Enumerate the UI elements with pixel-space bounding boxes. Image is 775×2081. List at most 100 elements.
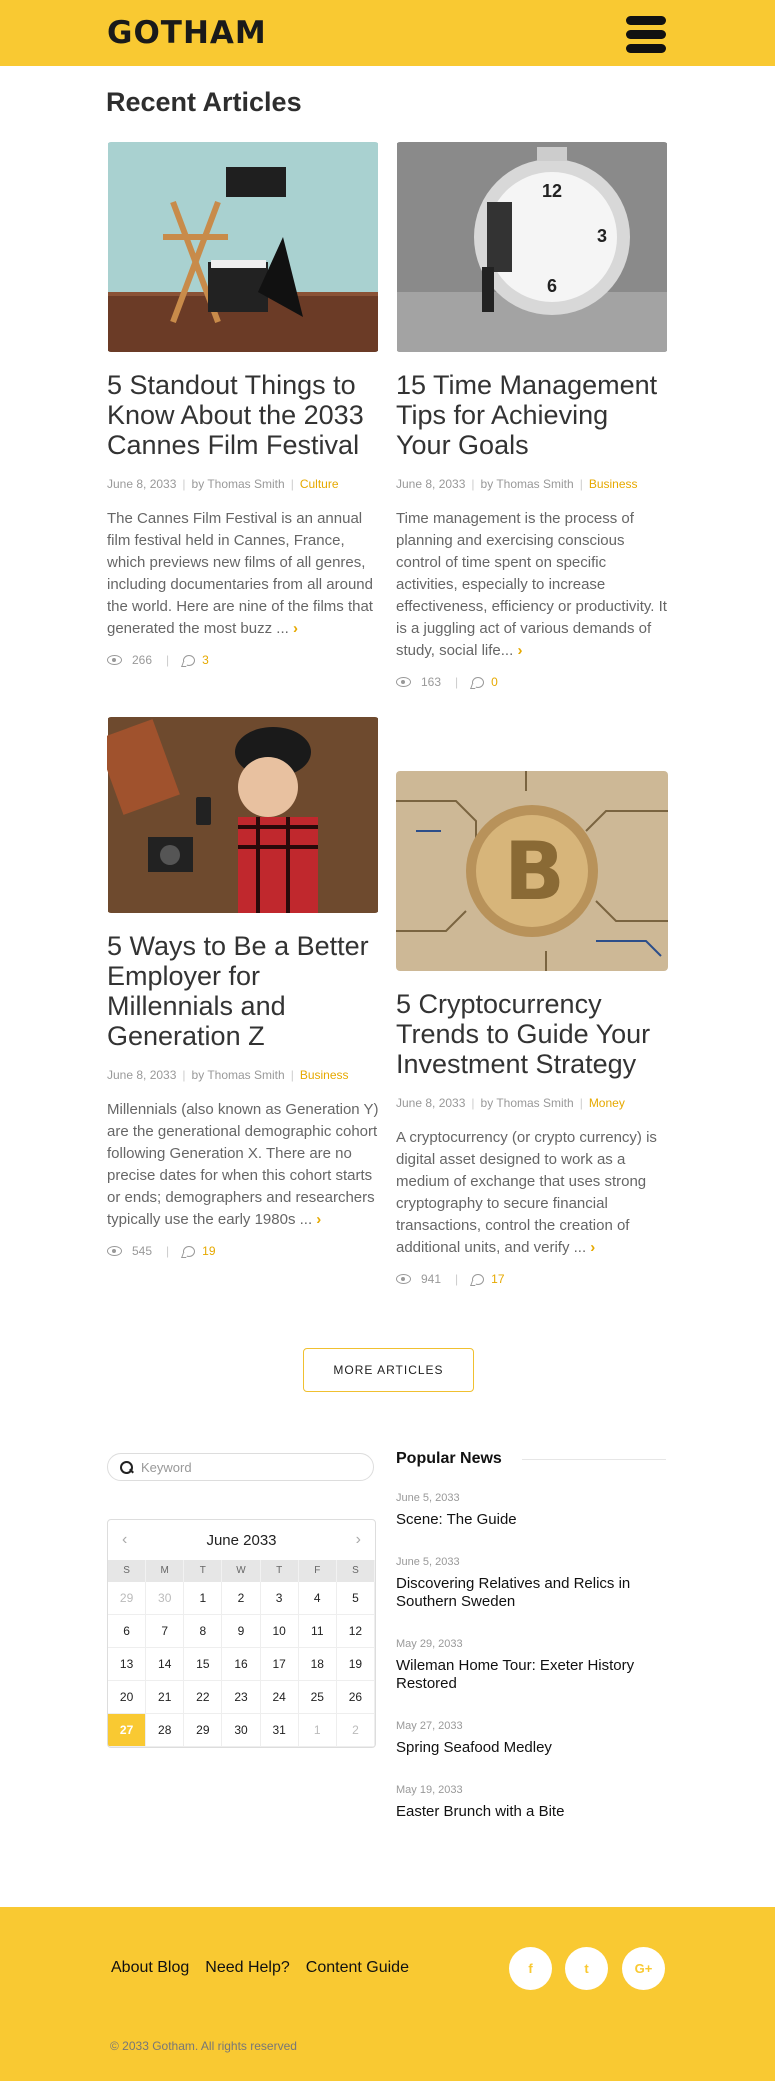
article-category[interactable]: Money bbox=[589, 1096, 625, 1110]
calendar-day[interactable]: 4 bbox=[298, 1582, 337, 1615]
news-item[interactable]: June 5, 2033 Discovering Relatives and R… bbox=[396, 1555, 666, 1611]
calendar-day[interactable]: 29 bbox=[184, 1714, 223, 1747]
calendar-day-selected[interactable]: 27 bbox=[108, 1714, 147, 1747]
news-headline[interactable]: Easter Brunch with a Bite bbox=[396, 1803, 666, 1821]
news-item[interactable]: May 29, 2033 Wileman Home Tour: Exeter H… bbox=[396, 1637, 666, 1693]
weekday-label: W bbox=[222, 1560, 261, 1582]
calendar-day[interactable]: 25 bbox=[298, 1681, 337, 1714]
site-logo[interactable]: GOTHAM bbox=[107, 14, 267, 52]
calendar-widget: ‹ June 2033 › SMTWTFS 29 30 1 2 3 4 5 6 7 8 9 10 11 1… bbox=[107, 1519, 376, 1748]
comment-count[interactable]: 17 bbox=[491, 1271, 504, 1287]
search-box bbox=[107, 1453, 374, 1481]
search-input[interactable] bbox=[141, 1459, 341, 1475]
calendar-day[interactable]: 8 bbox=[184, 1615, 223, 1648]
calendar-day[interactable]: 9 bbox=[222, 1615, 261, 1648]
article-category[interactable]: Business bbox=[589, 477, 638, 491]
calendar-day[interactable]: 10 bbox=[260, 1615, 299, 1648]
article-category[interactable]: Business bbox=[300, 1068, 349, 1082]
calendar-day[interactable]: 7 bbox=[146, 1615, 185, 1648]
calendar-day[interactable]: 12 bbox=[336, 1615, 375, 1648]
calendar-day[interactable]: 20 bbox=[108, 1681, 147, 1714]
news-headline[interactable]: Discovering Relatives and Relics in Sout… bbox=[396, 1575, 666, 1611]
comment-count[interactable]: 0 bbox=[491, 674, 498, 690]
calendar-day[interactable]: 28 bbox=[146, 1714, 185, 1747]
calendar-day[interactable]: 19 bbox=[336, 1648, 375, 1681]
calendar-day[interactable]: 21 bbox=[146, 1681, 185, 1714]
footer-link-help[interactable]: Need Help? bbox=[205, 1958, 290, 1978]
eye-icon bbox=[396, 677, 411, 687]
twitter-icon[interactable]: t bbox=[565, 1947, 608, 1990]
article-image[interactable]: 12 3 6 bbox=[396, 142, 668, 352]
article-title[interactable]: 5 Standout Things to Know About the 2033… bbox=[107, 370, 379, 460]
news-item[interactable]: May 19, 2033 Easter Brunch with a Bite bbox=[396, 1783, 666, 1821]
article-image[interactable] bbox=[107, 717, 379, 913]
calendar-day[interactable]: 14 bbox=[146, 1648, 185, 1681]
article-stats: 941 | 17 bbox=[396, 1271, 668, 1287]
calendar-day[interactable]: 24 bbox=[260, 1681, 299, 1714]
eye-icon bbox=[107, 655, 122, 665]
news-item[interactable]: June 5, 2033 Scene: The Guide bbox=[396, 1491, 666, 1529]
site-header: GOTHAM bbox=[0, 0, 775, 66]
chevron-right-icon[interactable]: › bbox=[356, 1531, 361, 1549]
read-more-icon[interactable]: › bbox=[293, 620, 298, 637]
calendar-day[interactable]: 31 bbox=[260, 1714, 299, 1747]
read-more-icon[interactable]: › bbox=[316, 1211, 321, 1228]
weekday-label: T bbox=[261, 1560, 299, 1582]
article-card: 5 Ways to Be a Better Employer for Mille… bbox=[107, 717, 379, 1259]
calendar-day[interactable]: 13 bbox=[108, 1648, 147, 1681]
calendar-day[interactable]: 6 bbox=[108, 1615, 147, 1648]
calendar-day[interactable]: 2 bbox=[336, 1714, 375, 1747]
comment-count[interactable]: 3 bbox=[202, 652, 209, 668]
calendar-day[interactable]: 16 bbox=[222, 1648, 261, 1681]
calendar-day[interactable]: 1 bbox=[298, 1714, 337, 1747]
footer-link-content-guide[interactable]: Content Guide bbox=[306, 1958, 409, 1978]
article-author[interactable]: by Thomas Smith bbox=[192, 1068, 285, 1082]
article-title[interactable]: 5 Cryptocurrency Trends to Guide Your In… bbox=[396, 989, 668, 1079]
calendar-day[interactable]: 18 bbox=[298, 1648, 337, 1681]
calendar-day[interactable]: 1 bbox=[184, 1582, 223, 1615]
hamburger-icon[interactable] bbox=[626, 16, 666, 53]
read-more-icon[interactable]: › bbox=[590, 1239, 595, 1256]
article-author[interactable]: by Thomas Smith bbox=[481, 477, 574, 491]
facebook-icon[interactable]: f bbox=[509, 1947, 552, 1990]
article-date: June 8, 2033 bbox=[107, 477, 177, 491]
calendar-day[interactable]: 30 bbox=[146, 1582, 185, 1615]
news-headline[interactable]: Scene: The Guide bbox=[396, 1511, 666, 1529]
article-image[interactable]: B bbox=[396, 771, 668, 971]
article-title[interactable]: 15 Time Management Tips for Achieving Yo… bbox=[396, 370, 668, 460]
read-more-icon[interactable]: › bbox=[517, 642, 522, 659]
calendar-day[interactable]: 15 bbox=[184, 1648, 223, 1681]
calendar-day[interactable]: 26 bbox=[336, 1681, 375, 1714]
calendar-day[interactable]: 29 bbox=[108, 1582, 147, 1615]
calendar-day[interactable]: 22 bbox=[184, 1681, 223, 1714]
search-icon[interactable] bbox=[120, 1460, 133, 1474]
article-title[interactable]: 5 Ways to Be a Better Employer for Mille… bbox=[107, 931, 379, 1051]
calendar-day[interactable]: 3 bbox=[260, 1582, 299, 1615]
comment-icon bbox=[472, 676, 485, 688]
google-plus-icon[interactable]: G+ bbox=[622, 1947, 665, 1990]
article-image[interactable] bbox=[107, 142, 379, 352]
calendar-day[interactable]: 11 bbox=[298, 1615, 337, 1648]
comment-count[interactable]: 19 bbox=[202, 1243, 215, 1259]
more-articles-button[interactable]: MORE ARTICLES bbox=[303, 1348, 474, 1392]
calendar-day[interactable]: 2 bbox=[222, 1582, 261, 1615]
calendar-day[interactable]: 17 bbox=[260, 1648, 299, 1681]
news-headline[interactable]: Spring Seafood Medley bbox=[396, 1739, 666, 1757]
weekday-label: S bbox=[108, 1560, 147, 1582]
footer-link-about[interactable]: About Blog bbox=[111, 1958, 189, 1978]
chevron-left-icon[interactable]: ‹ bbox=[122, 1531, 127, 1549]
popular-news-title: Popular News bbox=[396, 1450, 502, 1467]
article-category[interactable]: Culture bbox=[300, 477, 339, 491]
article-card: 5 Standout Things to Know About the 2033… bbox=[107, 142, 379, 668]
calendar-day[interactable]: 5 bbox=[336, 1582, 375, 1615]
weekday-label: S bbox=[337, 1560, 375, 1582]
calendar-day[interactable]: 23 bbox=[222, 1681, 261, 1714]
calendar-header: ‹ June 2033 › bbox=[108, 1520, 375, 1560]
news-item[interactable]: May 27, 2033 Spring Seafood Medley bbox=[396, 1719, 666, 1757]
article-author[interactable]: by Thomas Smith bbox=[192, 477, 285, 491]
news-headline[interactable]: Wileman Home Tour: Exeter History Restor… bbox=[396, 1657, 666, 1693]
article-author[interactable]: by Thomas Smith bbox=[481, 1096, 574, 1110]
news-date: May 19, 2033 bbox=[396, 1784, 463, 1796]
calendar-day[interactable]: 30 bbox=[222, 1714, 261, 1747]
comment-icon bbox=[183, 1245, 196, 1257]
